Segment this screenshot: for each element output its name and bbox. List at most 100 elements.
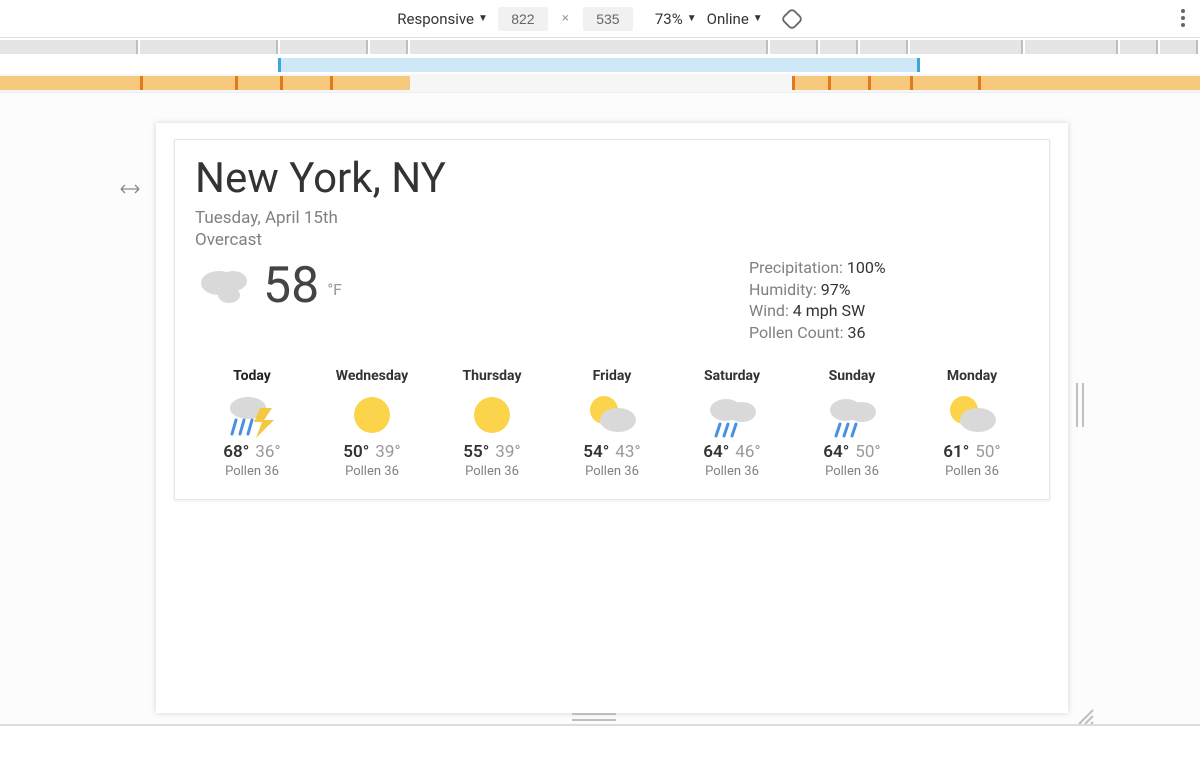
forecast-day[interactable]: Thursday55°39°Pollen 36 xyxy=(435,368,549,479)
mq-track-range[interactable] xyxy=(0,56,1200,74)
viewport-height-input[interactable] xyxy=(583,7,633,31)
pollen-label: Pollen Count: xyxy=(749,323,844,342)
day-name: Wednesday xyxy=(315,368,429,384)
temp-low: 46° xyxy=(735,442,760,462)
mq-min-mark[interactable] xyxy=(978,76,981,90)
forecast-day[interactable]: Today68°36°Pollen 36 xyxy=(195,368,309,479)
mq-breakpoint[interactable] xyxy=(770,40,818,54)
zoom-label: 73% xyxy=(655,10,683,28)
temp-high: 64° xyxy=(703,442,729,462)
weather-icon-showers xyxy=(702,392,762,438)
mq-min-mark[interactable] xyxy=(235,76,238,90)
day-name: Monday xyxy=(915,368,1029,384)
forecast-day[interactable]: Monday61°50°Pollen 36 xyxy=(915,368,1029,479)
temp-low: 43° xyxy=(615,442,640,462)
device-picker-label: Responsive xyxy=(397,10,474,28)
mq-breakpoint[interactable] xyxy=(1160,40,1198,54)
weather-icon-sunny xyxy=(462,392,522,438)
mq-min-mark[interactable] xyxy=(828,76,831,90)
mq-min-mark[interactable] xyxy=(910,76,913,90)
media-query-inspector xyxy=(0,38,1200,93)
day-name: Saturday xyxy=(675,368,789,384)
chevron-down-icon: ▼ xyxy=(478,14,488,24)
mq-min-mark[interactable] xyxy=(792,76,795,90)
more-options-button[interactable] xyxy=(1180,6,1186,34)
mq-breakpoint[interactable] xyxy=(410,40,768,54)
mq-breakpoint[interactable] xyxy=(860,40,908,54)
weather-icon-showers xyxy=(822,392,882,438)
mq-range[interactable] xyxy=(278,58,920,72)
temp-unit: °F xyxy=(327,280,342,299)
humidity-label: Humidity: xyxy=(749,280,817,299)
condition-text: Overcast xyxy=(195,229,1029,251)
mq-breakpoint[interactable] xyxy=(1025,40,1118,54)
weather-icon-storm xyxy=(222,392,282,438)
rotate-device-button[interactable] xyxy=(781,8,803,30)
mq-track-max[interactable] xyxy=(0,38,1200,56)
chevron-down-icon: ▼ xyxy=(753,14,763,24)
mq-breakpoint[interactable] xyxy=(370,40,408,54)
drawer-divider xyxy=(0,724,1200,726)
overcast-icon xyxy=(195,261,255,311)
device-stage: New York, NY Tuesday, April 15th Overcas… xyxy=(0,93,1200,724)
pollen-text: Pollen 36 xyxy=(315,464,429,479)
mq-breakpoint[interactable] xyxy=(140,40,278,54)
weather-card: New York, NY Tuesday, April 15th Overcas… xyxy=(174,139,1050,500)
pollen-text: Pollen 36 xyxy=(795,464,909,479)
mq-breakpoint[interactable] xyxy=(280,40,368,54)
chevron-down-icon: ▼ xyxy=(687,14,697,24)
mq-breakpoint[interactable] xyxy=(1120,40,1158,54)
mq-breakpoint[interactable] xyxy=(820,40,858,54)
temp-low: 36° xyxy=(255,442,280,462)
mq-breakpoint[interactable] xyxy=(0,40,138,54)
resize-horizontal-icon xyxy=(120,182,140,196)
mq-breakpoint[interactable] xyxy=(910,40,1023,54)
day-name: Sunday xyxy=(795,368,909,384)
temp-high: 61° xyxy=(943,442,969,462)
pollen-text: Pollen 36 xyxy=(555,464,669,479)
throttling-picker[interactable]: Online ▼ xyxy=(707,10,763,28)
device-picker[interactable]: Responsive ▼ xyxy=(397,10,488,28)
pollen-value: 36 xyxy=(844,323,866,342)
mq-min-mark[interactable] xyxy=(280,76,283,90)
devtools-device-mode: Responsive ▼ × 73% ▼ Online ▼ xyxy=(0,0,1200,783)
weather-icon-partly xyxy=(582,392,642,438)
mq-min-band[interactable] xyxy=(792,76,1200,90)
simulated-viewport: New York, NY Tuesday, April 15th Overcas… xyxy=(156,123,1068,713)
zoom-picker[interactable]: 73% ▼ xyxy=(655,10,697,28)
temp-high: 55° xyxy=(463,442,489,462)
location-heading: New York, NY xyxy=(195,154,1029,203)
precip-label: Precipitation: xyxy=(749,258,843,277)
pollen-text: Pollen 36 xyxy=(195,464,309,479)
temp-high: 54° xyxy=(583,442,609,462)
mq-min-mark[interactable] xyxy=(868,76,871,90)
resize-handle-west[interactable] xyxy=(120,181,140,199)
forecast-day[interactable]: Wednesday50°39°Pollen 36 xyxy=(315,368,429,479)
date-text: Tuesday, April 15th xyxy=(195,207,1029,229)
rotate-icon xyxy=(776,3,807,34)
dimension-separator: × xyxy=(562,11,569,26)
mq-min-band[interactable] xyxy=(0,76,410,90)
resize-handle-east[interactable] xyxy=(1076,383,1084,427)
current-temp: 58 xyxy=(263,257,319,315)
viewport-width-input[interactable] xyxy=(498,7,548,31)
mq-min-mark[interactable] xyxy=(140,76,143,90)
forecast-day[interactable]: Friday 54° 43° Pollen 36 xyxy=(555,368,669,479)
resize-handle-southeast[interactable] xyxy=(1076,707,1094,725)
forecast-row: Today68°36°Pollen 36Wednesday50°39°Polle… xyxy=(195,368,1029,479)
day-name: Friday xyxy=(555,368,669,384)
temp-low: 50° xyxy=(855,442,880,462)
mq-track-min[interactable] xyxy=(0,74,1200,92)
precip-value: 100% xyxy=(843,258,886,277)
forecast-day[interactable]: Saturday64°46°Pollen 36 xyxy=(675,368,789,479)
pollen-text: Pollen 36 xyxy=(435,464,549,479)
throttling-label: Online xyxy=(707,10,749,28)
resize-handle-south[interactable] xyxy=(572,713,616,721)
device-mode-toolbar: Responsive ▼ × 73% ▼ Online ▼ xyxy=(0,0,1200,38)
forecast-day[interactable]: Sunday 64° 50° Pollen 36 xyxy=(795,368,909,479)
temp-high: 68° xyxy=(223,442,249,462)
temp-high: 64° xyxy=(823,442,849,462)
more-vertical-icon xyxy=(1180,6,1186,30)
wind-label: Wind: xyxy=(749,301,789,320)
mq-min-mark[interactable] xyxy=(330,76,333,90)
